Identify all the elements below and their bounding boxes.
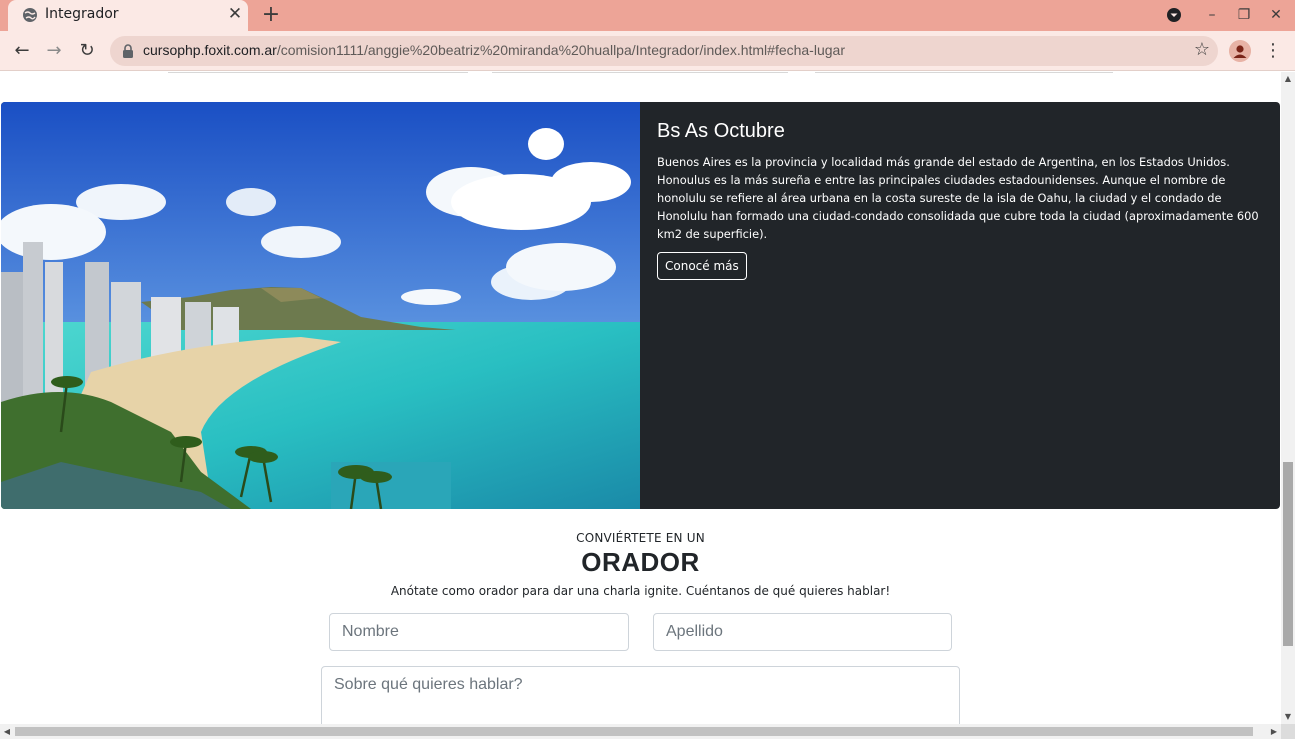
scroll-up-arrow-icon[interactable]: ▲ (1281, 72, 1295, 86)
url-host: cursophp.foxit.com.ar (143, 42, 277, 58)
tab-strip: Integrador ✕ + – ❐ ✕ (0, 0, 1295, 31)
bookmark-star-icon[interactable]: ☆ (1194, 39, 1210, 60)
card-title: Bs As Octubre (657, 120, 785, 142)
close-window-button[interactable]: ✕ (1266, 5, 1286, 25)
forward-button[interactable]: → (42, 39, 66, 63)
url-text: cursophp.foxit.com.ar/comision1111/anggi… (143, 42, 845, 58)
card-body: Bs As Octubre Buenos Aires es la provinc… (657, 120, 1262, 280)
vertical-scrollbar[interactable]: ▲ ▼ (1281, 72, 1295, 724)
nombre-field[interactable]: Nombre (329, 613, 629, 651)
browser-tab[interactable]: Integrador ✕ (8, 0, 248, 31)
beach-city-image (1, 102, 640, 509)
new-tab-button[interactable]: + (259, 2, 283, 28)
reload-button[interactable]: ↻ (75, 39, 99, 63)
restore-button[interactable]: ❐ (1234, 5, 1254, 25)
tema-textarea[interactable]: Sobre qué quieres hablar? (321, 666, 960, 724)
back-button[interactable]: ← (10, 39, 34, 63)
orador-heading: ORADOR (581, 547, 700, 577)
browser-toolbar: ← → ↻ cursophp.foxit.com.ar/comision1111… (0, 31, 1295, 71)
scroll-left-arrow-icon[interactable]: ◀ (0, 724, 14, 739)
nav-underlines (0, 72, 1281, 75)
horizontal-scrollbar[interactable]: ◀ ▶ (0, 724, 1281, 739)
close-tab-icon[interactable]: ✕ (226, 4, 244, 24)
lock-icon[interactable] (120, 43, 136, 59)
horizontal-scroll-thumb[interactable] (15, 727, 1253, 736)
apellido-field[interactable]: Apellido (653, 613, 952, 651)
orador-section: CONVIÉRTETE EN UN ORADOR Anótate como or… (0, 509, 1281, 598)
card-description: Buenos Aires es la provincia y localidad… (657, 155, 1259, 241)
url-path: /comision1111/anggie%20beatriz%20miranda… (276, 42, 845, 58)
conoce-mas-button[interactable]: Conocé más (657, 252, 747, 280)
page-viewport: Bs As Octubre Buenos Aires es la provinc… (0, 72, 1281, 724)
orador-kicker: CONVIÉRTETE EN UN (576, 531, 705, 545)
tab-title: Integrador (45, 6, 119, 22)
profile-dropdown-icon[interactable] (1164, 5, 1184, 25)
scroll-right-arrow-icon[interactable]: ▶ (1267, 724, 1281, 739)
minimize-button[interactable]: – (1202, 5, 1222, 25)
scrollbar-corner (1281, 724, 1295, 739)
address-bar[interactable]: cursophp.foxit.com.ar/comision1111/anggi… (110, 36, 1218, 66)
orador-subtitle: Anótate como orador para dar una charla … (390, 584, 891, 598)
vertical-scroll-thumb[interactable] (1283, 462, 1293, 646)
browser-menu-icon[interactable]: ⋮ (1264, 40, 1282, 62)
scroll-down-arrow-icon[interactable]: ▼ (1281, 710, 1295, 724)
profile-avatar-icon[interactable] (1229, 40, 1251, 62)
globe-icon (23, 8, 37, 22)
event-card: Bs As Octubre Buenos Aires es la provinc… (1, 102, 1280, 509)
